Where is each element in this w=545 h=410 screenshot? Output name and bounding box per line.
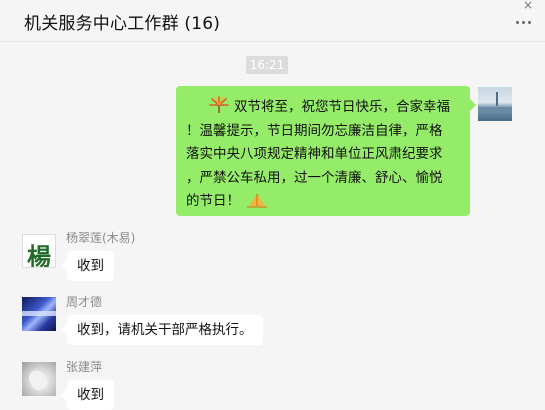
chat-title: 机关服务中心工作群 (16) <box>24 14 221 34</box>
chat-header: 机关服务中心工作群 (16) × <box>0 0 545 42</box>
firework-icon <box>209 96 229 113</box>
clasped-hands-icon <box>247 194 267 208</box>
message-line: 双节将至，祝您节日快乐，合家幸福 <box>234 99 450 115</box>
message-bubble[interactable]: 收到 <box>61 380 114 410</box>
message-line: 落实中央八项规定精神和单位正风肃纪要求 <box>186 146 443 162</box>
message-line: ！温馨提示，节日期间勿忘廉洁自律，严格 <box>186 122 443 139</box>
close-icon[interactable]: × <box>519 0 537 11</box>
avatar[interactable] <box>22 297 56 331</box>
sender-name: 杨翠莲(木易) <box>66 231 136 245</box>
message-line: 的节日！ <box>186 193 240 209</box>
message-bubble[interactable]: 收到，请机关干部严格执行。 <box>61 315 263 345</box>
timestamp: 16:21 <box>246 56 288 74</box>
message-line: ，严禁公车私用，过一个清廉、舒心、愉悦 <box>186 169 443 186</box>
message-bubble[interactable]: 收到 <box>61 251 114 281</box>
more-icon[interactable] <box>513 15 533 29</box>
avatar[interactable]: 楊 <box>22 234 56 268</box>
my-message-bubble[interactable]: 双节将至，祝您节日快乐，合家幸福 ！温馨提示，节日期间勿忘廉洁自律，严格 落实中… <box>176 86 476 216</box>
avatar[interactable] <box>22 362 56 396</box>
sender-name: 张建萍 <box>66 360 103 374</box>
avatar[interactable] <box>478 87 512 121</box>
sender-name: 周才德 <box>66 295 103 309</box>
